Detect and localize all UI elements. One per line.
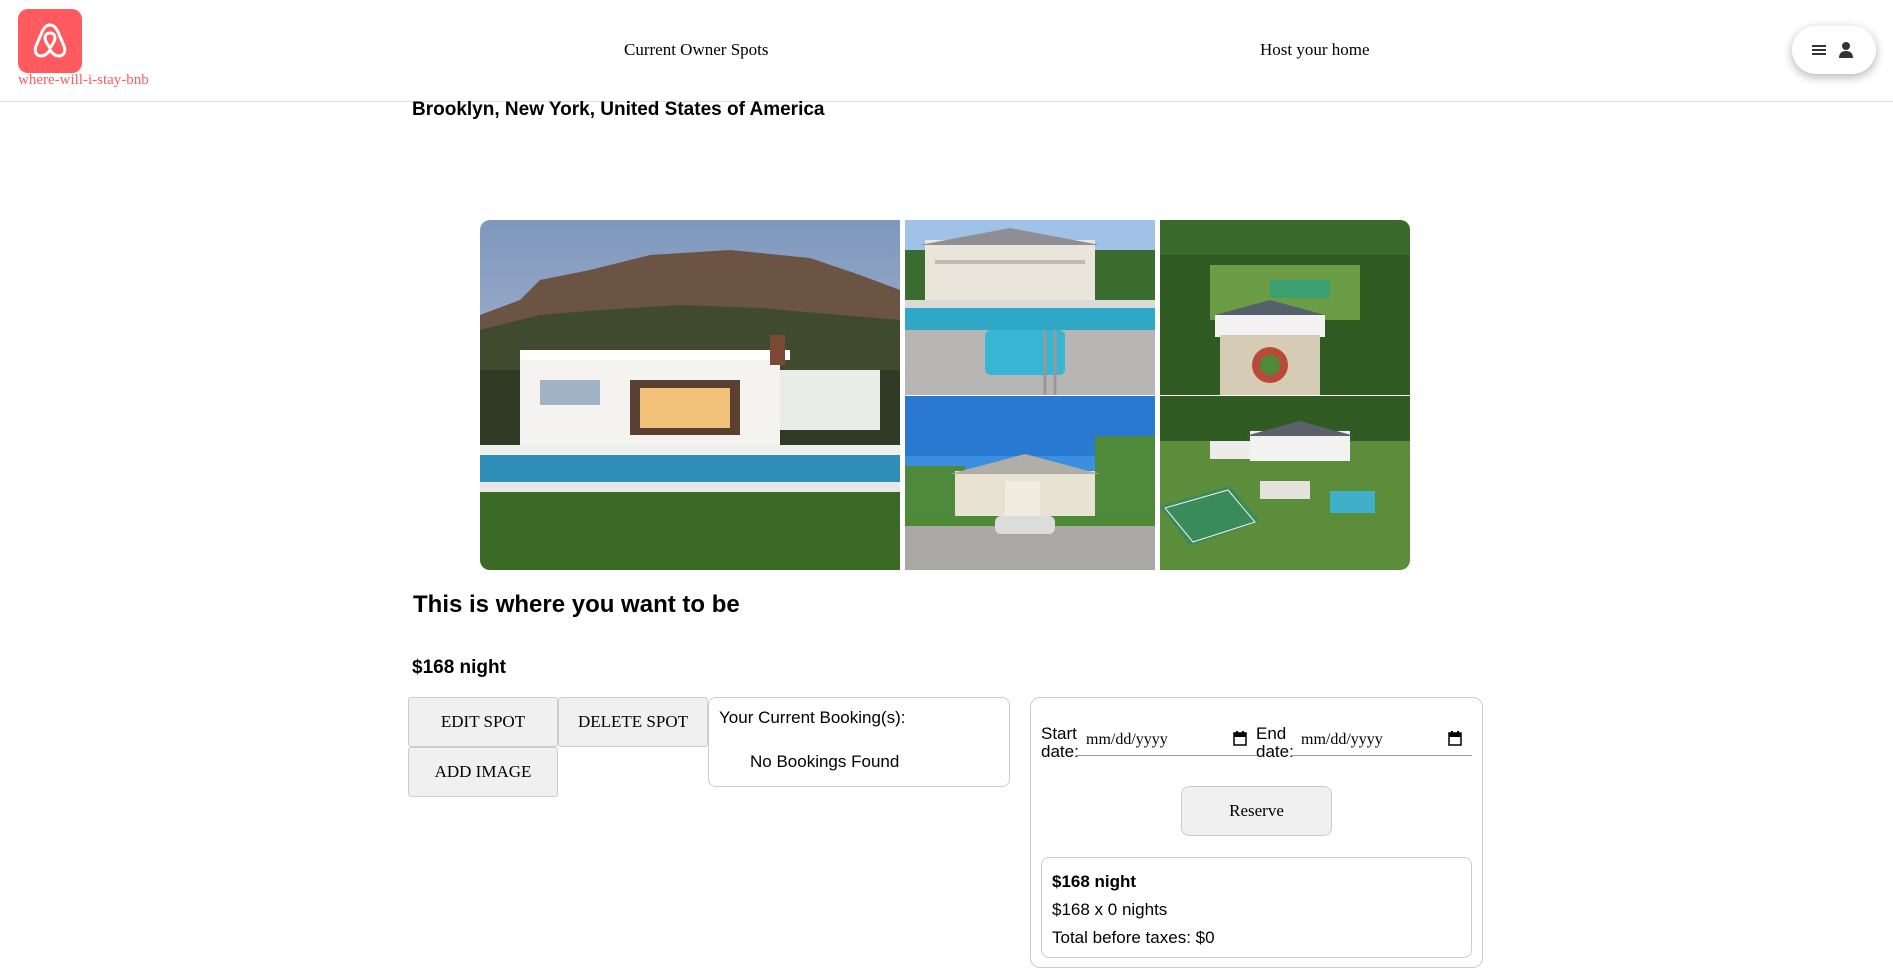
logo-icon[interactable] [18, 9, 82, 73]
delete-spot-button[interactable]: DELETE SPOT [558, 697, 708, 747]
nav-host-your-home[interactable]: Host your home [1260, 40, 1370, 60]
calendar-icon [1233, 731, 1247, 746]
spot-main-image [480, 220, 900, 570]
summary-price: $168 night [1052, 872, 1137, 891]
spot-image-5 [1160, 396, 1410, 570]
spot-image-4 [1160, 220, 1410, 395]
end-date-label: End date: [1256, 724, 1294, 761]
start-date-label: Start date: [1041, 724, 1079, 761]
reserve-button[interactable]: Reserve [1181, 786, 1332, 836]
spot-image-3 [905, 396, 1155, 570]
bookings-title: Your Current Booking(s): [719, 708, 906, 727]
start-date-input[interactable]: mm/dd/yyyy [1076, 722, 1257, 756]
reservation-card: Start date: mm/dd/yyyy End date: mm/dd/y… [1030, 697, 1483, 968]
summary-calculation: $168 x 0 nights [1052, 900, 1168, 919]
calendar-icon [1448, 731, 1462, 746]
profile-menu-button[interactable] [1792, 26, 1876, 74]
spot-location: Brooklyn, New York, United States of Ame… [412, 99, 825, 120]
site-name[interactable]: where-will-i-stay-bnb [18, 72, 149, 89]
hamburger-icon [1812, 45, 1826, 55]
spot-image-2 [905, 220, 1155, 395]
bookings-empty-message: No Bookings Found [750, 752, 900, 771]
spot-price: $168 night [412, 657, 506, 678]
top-nav-bar: where-will-i-stay-bnb Current Owner Spot… [0, 0, 1893, 102]
user-icon [1839, 42, 1853, 58]
nav-current-owner-spots[interactable]: Current Owner Spots [624, 40, 768, 60]
current-bookings-panel: Your Current Booking(s): No Bookings Fou… [708, 697, 1010, 787]
summary-total: Total before taxes: $0 [1052, 928, 1215, 947]
add-image-button[interactable]: ADD IMAGE [408, 747, 558, 797]
edit-spot-button[interactable]: EDIT SPOT [408, 697, 558, 747]
spot-title: This is where you want to be [413, 591, 740, 618]
price-summary: $168 night $168 x 0 nights Total before … [1041, 857, 1472, 958]
end-date-input[interactable]: mm/dd/yyyy [1291, 722, 1472, 756]
